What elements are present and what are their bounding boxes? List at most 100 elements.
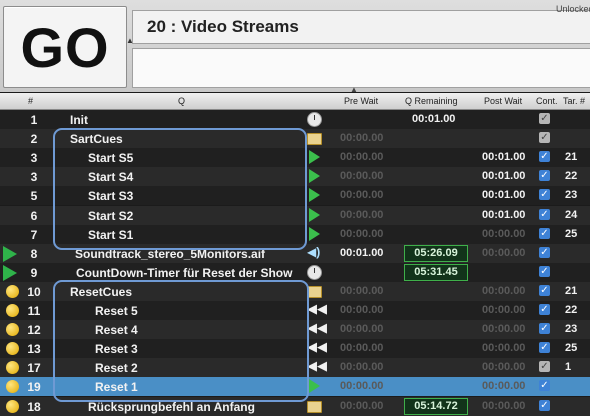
pre-wait: 00:01.00 [340, 246, 384, 259]
post-wait: 00:00.00 [482, 304, 526, 316]
cue-name: Reset 2 [95, 361, 138, 376]
continue-checkbox[interactable]: ✓ [539, 151, 550, 163]
target-number: 23 [565, 189, 578, 202]
col-number[interactable]: # [28, 96, 33, 106]
cue-row[interactable]: 5 Start S3 00:00.00 00:01.00 ✓ 23 [0, 186, 590, 206]
cue-list-header: # Q Pre Wait Q Remaining Post Wait Cont.… [0, 93, 590, 110]
cue-number: 5 [30, 189, 38, 204]
cue-row[interactable]: 10 ResetCues 00:00.00 00:00.00 ✓ 21 [0, 281, 590, 301]
target-number: 21 [565, 151, 578, 164]
cue-row[interactable]: 7 Start S1 00:00.00 00:00.00 ✓ 25 [0, 224, 590, 244]
cue-row[interactable]: 6 Start S2 00:00.00 00:01.00 ✓ 24 [0, 205, 590, 225]
pre-wait: 00:00.00 [340, 342, 384, 355]
pre-wait: 00:00.00 [340, 227, 384, 240]
post-wait: 00:00.00 [482, 399, 526, 412]
cue-number: 6 [30, 208, 38, 223]
reset-icon: ◀◀ [307, 301, 327, 316]
workspace-top-bar: GO ▲ 20 : Video Streams Unlocked ▲ [0, 0, 590, 94]
continue-checkbox[interactable]: ✓ [539, 265, 550, 277]
clock-icon [307, 264, 322, 280]
folder-icon [307, 133, 322, 146]
continue-checkbox[interactable]: ✓ [539, 113, 550, 124]
cue-number: 18 [27, 399, 41, 414]
continue-checkbox[interactable]: ✓ [539, 170, 550, 182]
lock-status[interactable]: Unlocked [556, 4, 590, 14]
continue-checkbox[interactable]: ✓ [539, 189, 550, 201]
cue-number: 3 [30, 170, 38, 185]
cue-number: 1 [30, 113, 38, 127]
col-target[interactable]: Tar. # [563, 96, 585, 106]
continue-checkbox[interactable]: ✓ [539, 361, 550, 373]
q-remaining-timer: 05:14.72 [404, 397, 468, 415]
continue-checkbox[interactable]: ✓ [539, 323, 550, 335]
post-wait: 00:01.00 [482, 189, 526, 202]
cue-name: CountDown-Timer für Reset der Show [76, 265, 293, 280]
cue-row[interactable]: 19 Reset 1 00:00.00 00:00.00 ✓ [0, 377, 590, 397]
continue-checkbox[interactable]: ✓ [539, 342, 550, 354]
cue-name: Start S1 [88, 227, 134, 242]
pre-wait: 00:00.00 [340, 399, 384, 412]
cue-name: Reset 5 [95, 304, 138, 318]
cue-row[interactable]: 18 Rücksprungbefehl an Anfang 00:00.00 05:1… [0, 396, 590, 416]
start-icon [309, 150, 320, 165]
col-prewait[interactable]: Pre Wait [344, 96, 378, 106]
reset-icon: ◀◀ [307, 358, 327, 374]
post-wait: 00:01.00 [482, 151, 526, 164]
cue-row[interactable]: 2 SartCues 00:00.00 ✓ [0, 129, 590, 149]
col-postwait[interactable]: Post Wait [484, 96, 522, 106]
start-icon [309, 226, 320, 241]
cue-row[interactable]: 13 Reset 3 ◀◀ 00:00.00 00:00.00 ✓ 25 [0, 339, 590, 359]
cue-row[interactable]: 17 Reset 2 ◀◀ 00:00.00 00:00.00 ✓ 1 [0, 358, 590, 378]
post-wait: 00:00.00 [482, 380, 526, 393]
cue-name: Start S5 [88, 151, 134, 166]
post-wait: 00:00.00 [482, 342, 526, 355]
cue-row[interactable]: 3 Start S5 00:00.00 00:01.00 ✓ 21 [0, 148, 590, 168]
cue-row[interactable]: 11 Reset 5 ◀◀ 00:00.00 00:00.00 ✓ 22 [0, 301, 590, 320]
cue-row[interactable]: 1 Init 00:01.00 ✓ [0, 110, 590, 129]
notes-box[interactable] [132, 48, 590, 88]
cue-row[interactable]: 3 Start S4 00:00.00 00:01.00 ✓ 22 [0, 167, 590, 187]
cue-name: Start S4 [88, 170, 134, 185]
start-icon [309, 207, 320, 222]
continue-checkbox[interactable]: ✓ [539, 227, 550, 239]
cue-number: 9 [30, 265, 38, 280]
continue-checkbox[interactable]: ✓ [539, 399, 550, 411]
post-wait: 00:00.00 [482, 227, 526, 240]
cue-name: Reset 1 [95, 380, 138, 395]
col-q[interactable]: Q [178, 96, 185, 106]
target-number: 1 [565, 361, 572, 374]
cue-name: SartCues [70, 132, 123, 147]
pre-wait: 00:00.00 [340, 323, 384, 336]
clock-icon [307, 112, 322, 127]
go-button[interactable]: GO [3, 6, 127, 88]
pre-wait: 00:00.00 [340, 304, 384, 316]
cue-row[interactable]: 8 Soundtrack_stereo_5Monitors.aif ◀) 00:01.… [0, 243, 590, 263]
col-cont[interactable]: Cont. [536, 96, 558, 106]
cue-row[interactable]: 12 Reset 4 ◀◀ 00:00.00 00:00.00 ✓ 23 [0, 320, 590, 340]
col-qremaining[interactable]: Q Remaining [405, 96, 458, 106]
folder-icon [307, 285, 322, 298]
continue-checkbox[interactable]: ✓ [539, 246, 550, 258]
pre-wait: 00:00.00 [340, 380, 384, 393]
continue-checkbox[interactable]: ✓ [539, 208, 550, 220]
pre-wait: 00:00.00 [340, 361, 384, 374]
post-wait: 00:00.00 [482, 246, 526, 259]
post-wait: 00:00.00 [482, 323, 526, 336]
continue-checkbox[interactable]: ✓ [539, 304, 550, 315]
cue-name: ResetCues [70, 284, 133, 299]
cue-title-box[interactable]: 20 : Video Streams [132, 10, 590, 44]
continue-checkbox[interactable]: ✓ [539, 380, 550, 392]
audio-icon: ◀) [307, 244, 321, 259]
q-remaining-timer: 05:31.45 [404, 263, 468, 281]
cue-name: Reset 3 [95, 342, 138, 357]
pre-wait: 00:00.00 [340, 132, 384, 145]
continue-checkbox[interactable]: ✓ [539, 284, 550, 296]
cue-number: 17 [27, 361, 41, 376]
reset-icon: ◀◀ [307, 339, 327, 355]
cue-row[interactable]: 9 CountDown-Timer für Reset der Show 05:31… [0, 262, 590, 282]
continue-checkbox[interactable]: ✓ [539, 132, 550, 144]
pre-wait: 00:00.00 [340, 170, 384, 183]
target-number: 24 [565, 208, 578, 221]
cue-name: Soundtrack_stereo_5Monitors.aif [75, 246, 266, 261]
target-number: 23 [565, 323, 578, 336]
